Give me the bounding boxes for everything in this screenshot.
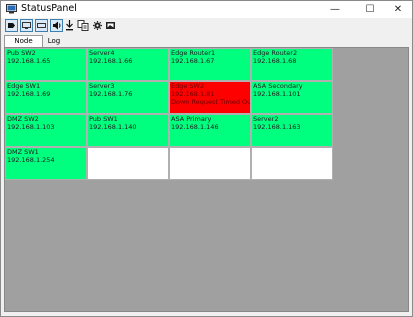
copy-icon[interactable] <box>77 19 90 32</box>
node-cell[interactable]: DMZ SW1 192.168.1.254 <box>5 147 87 180</box>
node-ip: 192.168.1.146 <box>171 122 219 131</box>
node-ip: 192.168.1.67 <box>171 56 215 65</box>
speaker-icon[interactable] <box>50 19 63 32</box>
node-ip: 192.168.1.65 <box>7 56 51 65</box>
node-ip: 192.168.1.101 <box>253 89 301 98</box>
node-ip: 192.168.1.254 <box>7 155 55 164</box>
node-cell[interactable]: ASA Secondary 192.168.1.101 <box>251 81 333 114</box>
tag-icon[interactable] <box>5 19 18 32</box>
window-title: StatusPanel <box>21 3 77 14</box>
node-cell[interactable]: Server3 192.168.1.76 <box>87 81 169 114</box>
node-ip: 192.168.1.103 <box>7 122 55 131</box>
node-ip: 192.168.1.140 <box>89 122 137 131</box>
empty-cell[interactable] <box>169 147 251 180</box>
node-ip: 192.168.1.76 <box>89 89 133 98</box>
image-icon[interactable] <box>105 19 118 32</box>
node-ip: 192.168.1.69 <box>7 89 51 98</box>
node-cell[interactable]: ASA Primary 192.168.1.146 <box>169 114 251 147</box>
node-message: Down Request Timed Out <box>171 97 251 106</box>
status-panel-window: StatusPanel — ☐ ✕ Node Table L <box>0 0 413 317</box>
node-cell[interactable]: Edge Router2 192.168.1.68 <box>251 48 333 81</box>
node-cell[interactable]: Pub SW2 192.168.1.65 <box>5 48 87 81</box>
node-cell[interactable]: Pub SW1 192.168.1.140 <box>87 114 169 147</box>
empty-cell[interactable] <box>251 147 333 180</box>
node-cell[interactable]: Server2 192.168.1.163 <box>251 114 333 147</box>
tab-log[interactable]: Log <box>44 36 64 47</box>
title-bar[interactable]: StatusPanel — ☐ ✕ <box>1 1 412 18</box>
tab-strip: Node Table Log <box>1 35 412 56</box>
tab-node-table[interactable]: Node Table <box>4 35 43 56</box>
download-icon[interactable] <box>64 19 77 32</box>
empty-cell[interactable] <box>87 147 169 180</box>
monitor-icon[interactable] <box>20 19 33 32</box>
minimize-button[interactable]: — <box>319 1 351 18</box>
node-cell[interactable]: Server4 192.168.1.66 <box>87 48 169 81</box>
node-ip: 192.168.1.163 <box>253 122 301 131</box>
node-ip: 192.168.1.68 <box>253 56 297 65</box>
node-table-panel: Pub SW2 192.168.1.65 Server4 192.168.1.6… <box>4 47 409 312</box>
toolbar <box>1 18 412 35</box>
rectangle-icon[interactable] <box>35 19 48 32</box>
node-cell[interactable]: Edge Router1 192.168.1.67 <box>169 48 251 81</box>
app-icon <box>6 4 17 14</box>
node-cell[interactable]: Edge SW1 192.168.1.69 <box>5 81 87 114</box>
close-button[interactable]: ✕ <box>382 1 412 18</box>
node-ip: 192.168.1.66 <box>89 56 133 65</box>
node-cell[interactable]: DMZ SW2 192.168.1.103 <box>5 114 87 147</box>
gear-icon[interactable] <box>92 19 105 32</box>
node-cell[interactable]: Edge SW2 192.168.1.81 Down Request Timed… <box>169 81 251 114</box>
